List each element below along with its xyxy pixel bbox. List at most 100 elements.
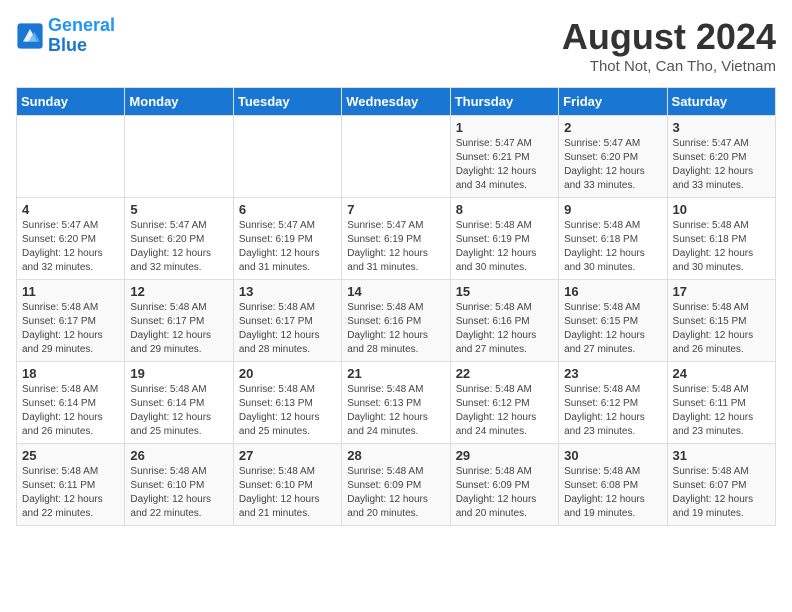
weekday-header: Wednesday: [342, 88, 450, 116]
day-number: 10: [673, 202, 770, 217]
day-number: 27: [239, 448, 336, 463]
calendar-week-row: 11 Sunrise: 5:48 AM Sunset: 6:17 PM Dayli…: [17, 280, 776, 362]
day-number: 18: [22, 366, 119, 381]
calendar-week-row: 1Sunrise: 5:47 AM Sunset: 6:21 PM Daylig…: [17, 116, 776, 198]
day-number: 30: [564, 448, 661, 463]
calendar-cell: [342, 116, 450, 198]
day-info: Sunrise: 5:47 AM Sunset: 6:20 PM Dayligh…: [22, 219, 119, 275]
weekday-header: Monday: [125, 88, 233, 116]
calendar-cell: 26 Sunrise: 5:48 AM Sunset: 6:10 PM Dayli…: [125, 444, 233, 526]
weekday-header: Friday: [559, 88, 667, 116]
day-info: Sunrise: 5:48 AM Sunset: 6:09 PM Dayligh…: [456, 465, 553, 521]
day-number: 17: [673, 284, 770, 299]
weekday-header: Thursday: [450, 88, 558, 116]
day-info: Sunrise: 5:48 AM Sunset: 6:18 PM Dayligh…: [564, 219, 661, 275]
weekday-header: Tuesday: [233, 88, 341, 116]
day-number: 11: [22, 284, 119, 299]
calendar-cell: 14Sunrise: 5:48 AM Sunset: 6:16 PM Dayli…: [342, 280, 450, 362]
day-info: Sunrise: 5:48 AM Sunset: 6:15 PM Dayligh…: [564, 301, 661, 357]
logo: General Blue: [16, 16, 115, 56]
calendar-cell: [233, 116, 341, 198]
day-info: Sunrise: 5:48 AM Sunset: 6:19 PM Dayligh…: [456, 219, 553, 275]
day-number: 31: [673, 448, 770, 463]
day-number: 2: [564, 120, 661, 135]
calendar-cell: 2Sunrise: 5:47 AM Sunset: 6:20 PM Daylig…: [559, 116, 667, 198]
logo-icon: [16, 22, 44, 50]
day-info: Sunrise: 5:47 AM Sunset: 6:19 PM Dayligh…: [347, 219, 444, 275]
title-block: August 2024 Thot Not, Can Tho, Vietnam: [562, 16, 776, 75]
day-number: 22: [456, 366, 553, 381]
day-info: Sunrise: 5:48 AM Sunset: 6:12 PM Dayligh…: [456, 383, 553, 439]
page-header: General Blue August 2024 Thot Not, Can T…: [16, 16, 776, 75]
calendar-cell: 8Sunrise: 5:48 AM Sunset: 6:19 PM Daylig…: [450, 198, 558, 280]
calendar-week-row: 25Sunrise: 5:48 AM Sunset: 6:11 PM Dayli…: [17, 444, 776, 526]
calendar-week-row: 4 Sunrise: 5:47 AM Sunset: 6:20 PM Daylig…: [17, 198, 776, 280]
day-info: Sunrise: 5:47 AM Sunset: 6:20 PM Dayligh…: [130, 219, 227, 275]
day-info: Sunrise: 5:47 AM Sunset: 6:19 PM Dayligh…: [239, 219, 336, 275]
calendar-cell: 28Sunrise: 5:48 AM Sunset: 6:09 PM Dayli…: [342, 444, 450, 526]
month-title: August 2024: [562, 16, 776, 58]
calendar-cell: 10 Sunrise: 5:48 AM Sunset: 6:18 PM Dayli…: [667, 198, 775, 280]
logo-text: General Blue: [48, 16, 115, 56]
day-info: Sunrise: 5:48 AM Sunset: 6:17 PM Dayligh…: [130, 301, 227, 357]
calendar-cell: 6 Sunrise: 5:47 AM Sunset: 6:19 PM Daylig…: [233, 198, 341, 280]
weekday-header: Sunday: [17, 88, 125, 116]
day-number: 14: [347, 284, 444, 299]
day-number: 29: [456, 448, 553, 463]
calendar-cell: 25Sunrise: 5:48 AM Sunset: 6:11 PM Dayli…: [17, 444, 125, 526]
day-number: 12: [130, 284, 227, 299]
calendar-cell: 4 Sunrise: 5:47 AM Sunset: 6:20 PM Daylig…: [17, 198, 125, 280]
calendar-cell: 21Sunrise: 5:48 AM Sunset: 6:13 PM Dayli…: [342, 362, 450, 444]
day-info: Sunrise: 5:47 AM Sunset: 6:21 PM Dayligh…: [456, 137, 553, 193]
day-number: 6: [239, 202, 336, 217]
calendar-cell: [17, 116, 125, 198]
day-info: Sunrise: 5:48 AM Sunset: 6:17 PM Dayligh…: [239, 301, 336, 357]
day-number: 26: [130, 448, 227, 463]
calendar-cell: 3 Sunrise: 5:47 AM Sunset: 6:20 PM Daylig…: [667, 116, 775, 198]
day-info: Sunrise: 5:48 AM Sunset: 6:12 PM Dayligh…: [564, 383, 661, 439]
day-number: 13: [239, 284, 336, 299]
calendar-cell: 9Sunrise: 5:48 AM Sunset: 6:18 PM Daylig…: [559, 198, 667, 280]
calendar-cell: 5 Sunrise: 5:47 AM Sunset: 6:20 PM Daylig…: [125, 198, 233, 280]
calendar-cell: 19 Sunrise: 5:48 AM Sunset: 6:14 PM Dayli…: [125, 362, 233, 444]
calendar-cell: 1Sunrise: 5:47 AM Sunset: 6:21 PM Daylig…: [450, 116, 558, 198]
calendar-cell: 30Sunrise: 5:48 AM Sunset: 6:08 PM Dayli…: [559, 444, 667, 526]
day-info: Sunrise: 5:48 AM Sunset: 6:10 PM Dayligh…: [130, 465, 227, 521]
day-number: 19: [130, 366, 227, 381]
calendar-cell: 20 Sunrise: 5:48 AM Sunset: 6:13 PM Dayli…: [233, 362, 341, 444]
calendar-cell: 27 Sunrise: 5:48 AM Sunset: 6:10 PM Dayli…: [233, 444, 341, 526]
day-number: 7: [347, 202, 444, 217]
day-number: 24: [673, 366, 770, 381]
calendar-cell: 16 Sunrise: 5:48 AM Sunset: 6:15 PM Dayli…: [559, 280, 667, 362]
day-number: 20: [239, 366, 336, 381]
day-info: Sunrise: 5:48 AM Sunset: 6:14 PM Dayligh…: [130, 383, 227, 439]
day-info: Sunrise: 5:48 AM Sunset: 6:10 PM Dayligh…: [239, 465, 336, 521]
day-info: Sunrise: 5:48 AM Sunset: 6:09 PM Dayligh…: [347, 465, 444, 521]
day-number: 4: [22, 202, 119, 217]
day-info: Sunrise: 5:48 AM Sunset: 6:18 PM Dayligh…: [673, 219, 770, 275]
calendar-cell: 12 Sunrise: 5:48 AM Sunset: 6:17 PM Dayli…: [125, 280, 233, 362]
weekday-header: Saturday: [667, 88, 775, 116]
day-number: 3: [673, 120, 770, 135]
day-info: Sunrise: 5:48 AM Sunset: 6:14 PM Dayligh…: [22, 383, 119, 439]
day-number: 21: [347, 366, 444, 381]
day-info: Sunrise: 5:48 AM Sunset: 6:13 PM Dayligh…: [239, 383, 336, 439]
calendar-week-row: 18 Sunrise: 5:48 AM Sunset: 6:14 PM Dayli…: [17, 362, 776, 444]
calendar-cell: 15 Sunrise: 5:48 AM Sunset: 6:16 PM Dayli…: [450, 280, 558, 362]
calendar-cell: 11Sunrise: 5:48 AM Sunset: 6:17 PM Dayli…: [17, 280, 125, 362]
day-number: 5: [130, 202, 227, 217]
day-number: 15: [456, 284, 553, 299]
day-number: 16: [564, 284, 661, 299]
calendar-cell: 7 Sunrise: 5:47 AM Sunset: 6:19 PM Daylig…: [342, 198, 450, 280]
calendar-cell: 31 Sunrise: 5:48 AM Sunset: 6:07 PM Dayli…: [667, 444, 775, 526]
calendar-cell: 24 Sunrise: 5:48 AM Sunset: 6:11 PM Dayli…: [667, 362, 775, 444]
location-subtitle: Thot Not, Can Tho, Vietnam: [562, 58, 776, 75]
calendar-cell: 23Sunrise: 5:48 AM Sunset: 6:12 PM Dayli…: [559, 362, 667, 444]
calendar-cell: 13 Sunrise: 5:48 AM Sunset: 6:17 PM Dayli…: [233, 280, 341, 362]
day-info: Sunrise: 5:48 AM Sunset: 6:11 PM Dayligh…: [673, 383, 770, 439]
day-info: Sunrise: 5:48 AM Sunset: 6:16 PM Dayligh…: [456, 301, 553, 357]
day-info: Sunrise: 5:48 AM Sunset: 6:07 PM Dayligh…: [673, 465, 770, 521]
calendar-cell: 18 Sunrise: 5:48 AM Sunset: 6:14 PM Dayli…: [17, 362, 125, 444]
day-info: Sunrise: 5:47 AM Sunset: 6:20 PM Dayligh…: [673, 137, 770, 193]
calendar-cell: 22 Sunrise: 5:48 AM Sunset: 6:12 PM Dayli…: [450, 362, 558, 444]
